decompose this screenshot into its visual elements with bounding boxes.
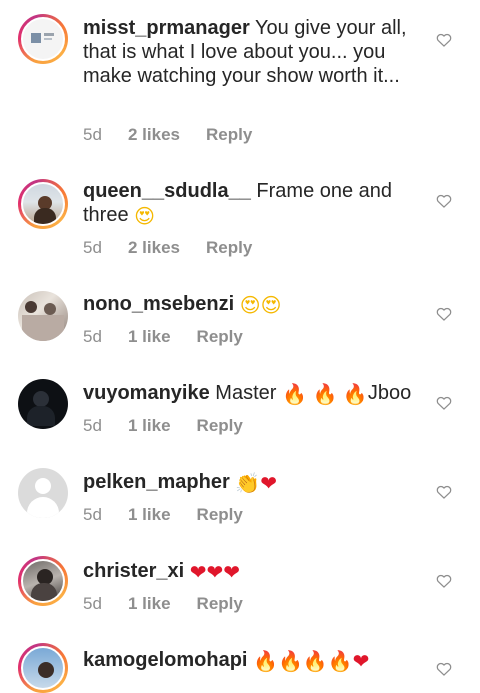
heart-outline-icon[interactable] [436,662,452,676]
avatar[interactable] [18,179,68,229]
comment-meta: 5d 1 like Reply [83,505,243,525]
red-heart-emoji: ❤ [223,562,241,584]
red-heart-emoji: ❤ [260,473,277,495]
comment-text-suffix: Jboo [367,382,412,404]
comment-likes[interactable]: 1 like [128,594,171,614]
comment-body: queen__sdudla__ Frame one and three 😍 [83,179,418,227]
comment-body: vuyomanyike Master 🔥 🔥 🔥Jboo [83,381,418,405]
comment-meta: 5d 2 likes Reply [83,238,252,258]
comment-time: 5d [83,505,102,524]
heart-outline-icon[interactable] [436,194,452,208]
reply-button[interactable]: Reply [197,505,243,525]
avatar[interactable] [18,291,68,341]
comment-username[interactable]: nono_msebenzi [83,293,234,315]
fire-emoji: 🔥 [277,651,303,673]
reply-button[interactable]: Reply [197,416,243,436]
heart-outline-icon[interactable] [436,396,452,410]
reply-button[interactable]: Reply [206,238,252,258]
avatar[interactable] [18,643,68,693]
comment-likes[interactable]: 1 like [128,327,171,347]
comment-time: 5d [83,594,102,613]
comment-likes[interactable]: 1 like [128,505,171,525]
comment-meta: 5d 2 likes Reply [83,125,252,145]
reply-button[interactable]: Reply [197,327,243,347]
comment-username[interactable]: pelken_mapher [83,471,230,493]
fire-emoji: 🔥 [327,651,353,673]
fire-emoji: 🔥 [312,384,338,406]
avatar[interactable] [18,556,68,606]
comment-body: christer_xi ❤❤❤ [83,559,418,583]
comment-body: kamogelomohapi 🔥🔥🔥🔥❤ [83,648,418,672]
comment-meta: 5d 1 like Reply [83,327,243,347]
heart-eyes-emoji: 😍 [260,295,282,317]
comment-body: misst_prmanager You give your all, that … [83,16,418,88]
avatar[interactable] [18,379,68,429]
heart-outline-icon[interactable] [436,307,452,321]
avatar[interactable] [18,468,68,518]
clapping-hands-emoji: 👏 [235,473,261,495]
heart-outline-icon[interactable] [436,485,452,499]
comment-time: 5d [83,125,102,144]
comment-username[interactable]: vuyomanyike [83,382,210,404]
red-heart-emoji: ❤ [352,651,370,673]
red-heart-emoji: ❤ [189,562,207,584]
comment-text: Master [215,382,277,404]
heart-outline-icon[interactable] [436,574,452,588]
heart-eyes-emoji: 😍 [239,295,261,317]
reply-button[interactable]: Reply [197,594,243,614]
comment-likes[interactable]: 2 likes [128,125,180,145]
comment-time: 5d [83,416,102,435]
comment-username[interactable]: christer_xi [83,560,184,582]
comment-body: nono_msebenzi 😍😍 [83,292,418,316]
comment-likes[interactable]: 2 likes [128,238,180,258]
comment-time: 5d [83,238,102,257]
comment-meta: 5d 1 like Reply [83,594,243,614]
fire-emoji: 🔥 [302,651,328,673]
heart-outline-icon[interactable] [436,33,452,47]
avatar[interactable] [18,14,68,64]
comment-username[interactable]: queen__sdudla__ [83,180,251,202]
comment-time: 5d [83,327,102,346]
comment-username[interactable]: misst_prmanager [83,17,250,39]
comment-username[interactable]: kamogelomohapi [83,649,247,671]
fire-emoji: 🔥 [342,384,368,406]
fire-emoji: 🔥 [253,651,278,673]
heart-eyes-emoji: 😍 [134,206,156,228]
reply-button[interactable]: Reply [206,125,252,145]
red-heart-emoji: ❤ [206,562,224,584]
comment-body: pelken_mapher 👏❤ [83,470,418,494]
comment-meta: 5d 1 like Reply [83,416,243,436]
comment-likes[interactable]: 1 like [128,416,171,436]
fire-emoji: 🔥 [281,384,307,406]
